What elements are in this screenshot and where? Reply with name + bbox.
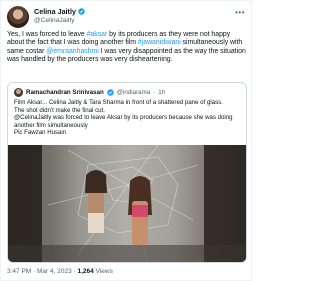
quoted-line: @CelinaJaitly was forced to leave Aksar … xyxy=(14,114,233,129)
quoted-author-handle: @indiarama xyxy=(116,89,151,96)
quoted-line: Pic Fawzan Husain xyxy=(14,129,67,137)
tweet-header: Celina Jaitly @CelinaJaitly ••• xyxy=(7,6,247,28)
tweet-text: Yes, I was forced to leave #aksar by its… xyxy=(7,31,246,64)
hashtag-jawanidiwani[interactable]: #jawanidiwani xyxy=(138,39,181,46)
quoted-tweet[interactable]: Ramachandran Srinivasan @indiarama · 1h … xyxy=(7,82,247,263)
quoted-tweet-text: Film Aksar... Celina Jaitly & Tara Sharm… xyxy=(14,99,242,137)
photo-scene xyxy=(8,145,246,262)
quoted-line: The shot didn't make the final cut. xyxy=(14,106,105,114)
quoted-author-avatar xyxy=(14,88,23,97)
author-handle[interactable]: @CelinaJaitly xyxy=(34,17,85,24)
tweet-card: Celina Jaitly @CelinaJaitly ••• Yes, I w… xyxy=(0,0,252,281)
quoted-author-name: Ramachandran Srinivasan xyxy=(26,89,104,96)
meta-separator: · xyxy=(33,268,36,275)
author-avatar[interactable] xyxy=(7,6,29,28)
verified-badge-icon xyxy=(78,8,85,15)
verified-badge-icon xyxy=(107,89,114,96)
quoted-line: Film Aksar... Celina Jaitly & Tara Sharm… xyxy=(14,99,223,106)
tweet-date[interactable]: Mar 4, 2023 xyxy=(37,268,72,275)
views-count: 1,264 xyxy=(77,268,94,275)
mention-emraanhashmi[interactable]: @emraanhashmi xyxy=(46,48,99,55)
quoted-separator: · xyxy=(153,89,156,96)
views-label: Views xyxy=(95,268,113,275)
hashtag-aksar[interactable]: #aksar xyxy=(87,31,108,38)
more-options-icon[interactable]: ••• xyxy=(235,8,245,17)
author-name[interactable]: Celina Jaitly xyxy=(34,7,76,16)
meta-separator: · xyxy=(73,268,76,275)
tweet-meta: 3:47 PM · Mar 4, 2023 · 1,264 Views xyxy=(7,268,113,275)
quoted-age: 1h xyxy=(158,89,166,96)
quoted-tweet-header: Ramachandran Srinivasan @indiarama · 1h xyxy=(14,88,165,97)
quoted-tweet-photo[interactable] xyxy=(8,145,246,262)
tweet-time[interactable]: 3:47 PM xyxy=(7,268,31,275)
author-info[interactable]: Celina Jaitly @CelinaJaitly xyxy=(34,7,85,24)
